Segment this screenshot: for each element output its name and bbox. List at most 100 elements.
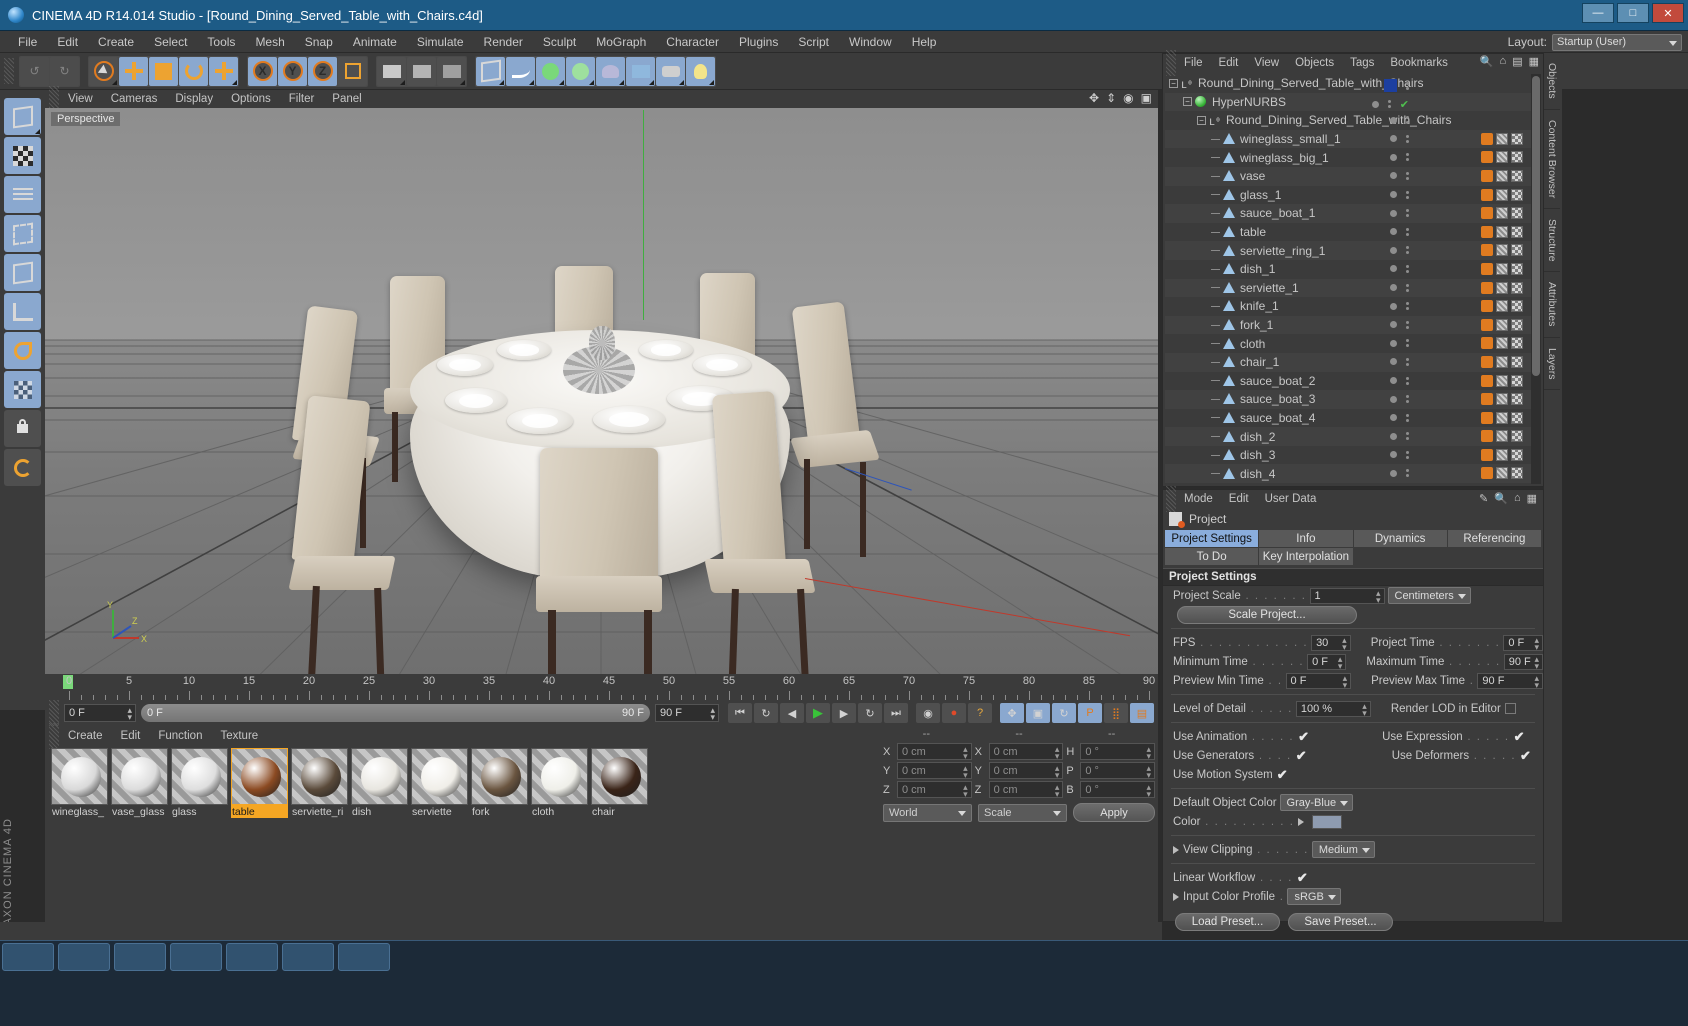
material-tag-icon[interactable]: [1496, 411, 1508, 424]
editor-visibility-dot[interactable]: [1390, 432, 1397, 440]
search-icon[interactable]: 🔍: [1480, 55, 1494, 68]
texture-tag-icon[interactable]: [1511, 393, 1523, 406]
object-tree-row[interactable]: chair_1: [1165, 352, 1533, 372]
phong-tag-icon[interactable]: [1481, 225, 1493, 238]
menu-item-file[interactable]: File: [8, 33, 47, 51]
material-swatch[interactable]: dish: [351, 748, 408, 818]
texture-tag-icon[interactable]: [1511, 374, 1523, 387]
attribute-menu-user-data[interactable]: User Data: [1257, 492, 1325, 506]
project-scale-unit-select[interactable]: Centimeters: [1387, 587, 1471, 604]
viewport-menu-display[interactable]: Display: [166, 92, 222, 106]
object-tree[interactable]: − L⁰ Round_Dining_Served_Table_with_Chairs…: [1165, 74, 1533, 484]
editor-visibility-dot[interactable]: [1390, 172, 1397, 180]
play-icon[interactable]: ▶: [806, 703, 830, 723]
attribute-menu-edit[interactable]: Edit: [1221, 492, 1257, 506]
menu-item-plugins[interactable]: Plugins: [729, 33, 788, 51]
spinner-icon[interactable]: ▴ ▾: [963, 764, 968, 780]
material-swatch[interactable]: vase_glass: [111, 748, 168, 818]
material-tag-icon[interactable]: [1496, 281, 1508, 294]
material-tag-icon[interactable]: [1496, 244, 1508, 257]
menu-item-select[interactable]: Select: [144, 33, 197, 51]
phong-tag-icon[interactable]: [1481, 448, 1493, 461]
editor-visibility-dot[interactable]: [1390, 284, 1397, 292]
material-menu-texture[interactable]: Texture: [211, 729, 267, 743]
orbit-icon[interactable]: ◉: [1123, 91, 1133, 105]
position-field[interactable]: 0 cm ▴ ▾: [897, 781, 972, 799]
editor-visibility-dot[interactable]: [1390, 246, 1397, 254]
default-object-color-select[interactable]: Gray-Blue: [1279, 794, 1354, 811]
object-tree-row[interactable]: − L⁰ Round_Dining_Served_Table_with_Chairs: [1165, 74, 1533, 93]
editor-visibility-dot[interactable]: [1390, 116, 1397, 124]
viewport-3d-scene[interactable]: Perspective Y X Z: [45, 108, 1158, 674]
phong-tag-icon[interactable]: [1481, 430, 1493, 443]
menu-item-sculpt[interactable]: Sculpt: [533, 33, 586, 51]
object-tree-row[interactable]: sauce_boat_3: [1165, 390, 1533, 409]
render-lod-checkbox[interactable]: [1504, 703, 1516, 714]
object-tree-row[interactable]: sauce_boat_4: [1165, 409, 1533, 428]
menu-item-simulate[interactable]: Simulate: [407, 33, 474, 51]
scale-icon[interactable]: [149, 56, 178, 86]
generator-enabled-check[interactable]: ✔: [1400, 98, 1409, 111]
material-tag-icon[interactable]: [1496, 151, 1508, 164]
scale-key-icon[interactable]: ▣: [1026, 703, 1050, 723]
model-mode-icon[interactable]: [4, 98, 41, 135]
dock-tab-attributes[interactable]: Attributes: [1544, 272, 1560, 338]
viewport-menu-filter[interactable]: Filter: [280, 92, 324, 106]
viewport-menu-cameras[interactable]: Cameras: [102, 92, 167, 106]
texture-tag-icon[interactable]: [1511, 318, 1523, 331]
material-tag-icon[interactable]: [1496, 188, 1508, 201]
editor-visibility-dot[interactable]: [1390, 265, 1397, 273]
render-visibility-dots[interactable]: [1406, 376, 1409, 385]
size-mode-select[interactable]: Scale: [978, 803, 1067, 822]
spinner-icon[interactable]: ▴ ▾: [1055, 745, 1060, 761]
project-time-field[interactable]: 0 F ▴ ▾: [1503, 634, 1543, 651]
use-generators-checkbox[interactable]: ✔: [1296, 749, 1308, 762]
render-visibility-dots[interactable]: [1406, 432, 1409, 441]
axis-modify-icon[interactable]: [4, 332, 41, 369]
spinner-icon[interactable]: ▴ ▾: [963, 745, 968, 761]
spinner-icon[interactable]: ▴ ▾: [1534, 654, 1539, 670]
minimize-button[interactable]: —: [1582, 3, 1614, 23]
object-tree-row[interactable]: wineglass_small_1: [1165, 129, 1533, 149]
range-end-field[interactable]: 90 F ▴ ▾: [655, 704, 719, 722]
tab-to-do[interactable]: To Do: [1165, 548, 1259, 565]
taskbar-item-4[interactable]: [170, 943, 222, 971]
object-tree-row[interactable]: wineglass_big_1: [1165, 148, 1533, 167]
lock-axis-icon[interactable]: [4, 410, 41, 447]
spinner-icon[interactable]: ▴ ▾: [1055, 783, 1060, 799]
position-field[interactable]: 0 cm ▴ ▾: [897, 743, 972, 761]
material-tag-icon[interactable]: [1496, 337, 1508, 350]
editor-visibility-dot[interactable]: [1390, 469, 1397, 477]
coord-system-select[interactable]: World: [883, 803, 972, 822]
render-visibility-dots[interactable]: [1406, 153, 1409, 162]
size-field[interactable]: 0 cm ▴ ▾: [988, 762, 1064, 780]
object-tree-row[interactable]: serviette_1: [1165, 278, 1533, 298]
render-visibility-dots[interactable]: [1406, 264, 1409, 273]
editor-visibility-dot[interactable]: [1390, 414, 1397, 422]
viewport-solo-icon[interactable]: [4, 449, 41, 486]
material-menu-edit[interactable]: Edit: [112, 729, 150, 743]
material-menu-function[interactable]: Function: [149, 729, 211, 743]
apply-button[interactable]: Apply: [1073, 803, 1155, 822]
spinner-icon[interactable]: ▴ ▾: [1338, 654, 1343, 670]
home-icon[interactable]: ⌂: [1500, 55, 1507, 68]
light-icon[interactable]: [686, 56, 715, 86]
toolbar-grip[interactable]: [4, 58, 14, 84]
rotation-field[interactable]: 0 ° ▴ ▾: [1080, 762, 1156, 780]
render-visibility-dots[interactable]: [1406, 246, 1409, 255]
object-tree-row[interactable]: dish_4: [1165, 464, 1533, 484]
spinner-icon[interactable]: ▴ ▾: [1146, 745, 1151, 761]
plus-icon[interactable]: [209, 56, 238, 86]
texture-tag-icon[interactable]: [1511, 132, 1523, 145]
close-button[interactable]: ✕: [1652, 3, 1684, 23]
phong-tag-icon[interactable]: [1481, 169, 1493, 182]
render-visibility-dots[interactable]: [1406, 395, 1409, 404]
phong-tag-icon[interactable]: [1481, 337, 1493, 350]
phong-tag-icon[interactable]: [1481, 262, 1493, 275]
object-tree-row[interactable]: fork_1: [1165, 315, 1533, 335]
texture-tag-icon[interactable]: [1511, 151, 1523, 164]
lod-field[interactable]: 100 % ▴ ▾: [1295, 700, 1371, 717]
menu-item-create[interactable]: Create: [88, 33, 144, 51]
dock-tab-objects[interactable]: Objects: [1544, 53, 1560, 110]
minimum-time-field[interactable]: 0 F ▴ ▾: [1307, 653, 1347, 670]
